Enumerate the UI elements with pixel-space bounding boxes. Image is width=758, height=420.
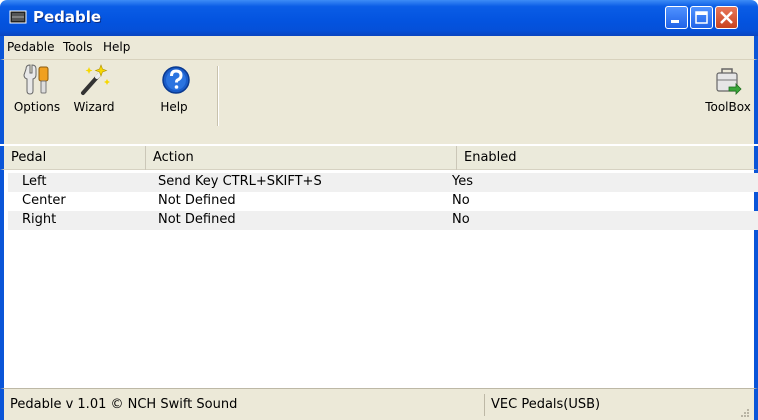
cell-action: Not Defined <box>158 212 236 227</box>
table-row[interactable]: Right Not Defined No <box>8 211 758 230</box>
close-button[interactable] <box>715 6 738 29</box>
menu-bar: Pedable Tools Help <box>0 36 758 59</box>
cell-enabled: No <box>452 193 470 208</box>
wizard-button[interactable]: Wizard <box>70 63 118 114</box>
cell-action: Not Defined <box>158 193 236 208</box>
help-button[interactable]: Help <box>159 63 190 114</box>
menu-pedable[interactable]: Pedable <box>7 40 55 54</box>
cell-enabled: No <box>452 212 470 227</box>
status-copyright: Pedable v 1.01 © NCH Swift Sound <box>10 397 238 412</box>
toolbar: Options Wizard Help ToolBox <box>0 59 758 144</box>
status-bar: Pedable v 1.01 © NCH Swift Sound VEC Ped… <box>0 388 758 420</box>
table-row[interactable]: Center Not Defined No <box>8 192 758 211</box>
toolbar-separator <box>217 66 219 126</box>
minimize-button[interactable] <box>665 6 688 29</box>
cell-action: Send Key CTRL+SKIFT+S <box>158 174 322 189</box>
options-label: Options <box>13 100 61 114</box>
cell-pedal: Right <box>22 212 57 227</box>
table-row[interactable]: Left Send Key CTRL+SKIFT+S Yes <box>8 173 758 192</box>
menu-help[interactable]: Help <box>103 40 130 54</box>
cell-pedal: Left <box>22 174 47 189</box>
menu-tools[interactable]: Tools <box>63 40 93 54</box>
close-icon <box>720 11 733 24</box>
list-header: Pedal Action Enabled <box>0 146 758 170</box>
toolbox-button[interactable]: ToolBox <box>700 63 756 114</box>
wizard-label: Wizard <box>73 100 115 114</box>
options-icon <box>23 64 49 95</box>
window-title: Pedable <box>33 8 102 26</box>
magic-wand-icon <box>81 64 110 95</box>
help-label: Help <box>160 100 188 114</box>
options-button[interactable]: Options <box>10 63 64 114</box>
toolbox-icon <box>716 68 742 95</box>
title-bar[interactable]: Pedable <box>0 0 758 36</box>
minimize-icon <box>671 20 679 23</box>
cell-pedal: Center <box>22 193 66 208</box>
pedal-icon <box>9 10 27 24</box>
help-icon <box>162 66 190 94</box>
maximize-button[interactable] <box>690 6 713 29</box>
column-header-pedal[interactable]: Pedal <box>4 146 145 170</box>
maximize-icon <box>695 11 708 24</box>
column-header-action[interactable]: Action <box>145 146 456 170</box>
toolbox-label: ToolBox <box>705 100 751 114</box>
column-header-enabled[interactable]: Enabled <box>456 146 754 170</box>
cell-enabled: Yes <box>452 174 473 189</box>
resize-grip-icon[interactable] <box>738 406 750 418</box>
status-device: VEC Pedals(USB) <box>484 394 734 416</box>
pedal-list[interactable]: Left Send Key CTRL+SKIFT+S Yes Center No… <box>0 170 758 388</box>
